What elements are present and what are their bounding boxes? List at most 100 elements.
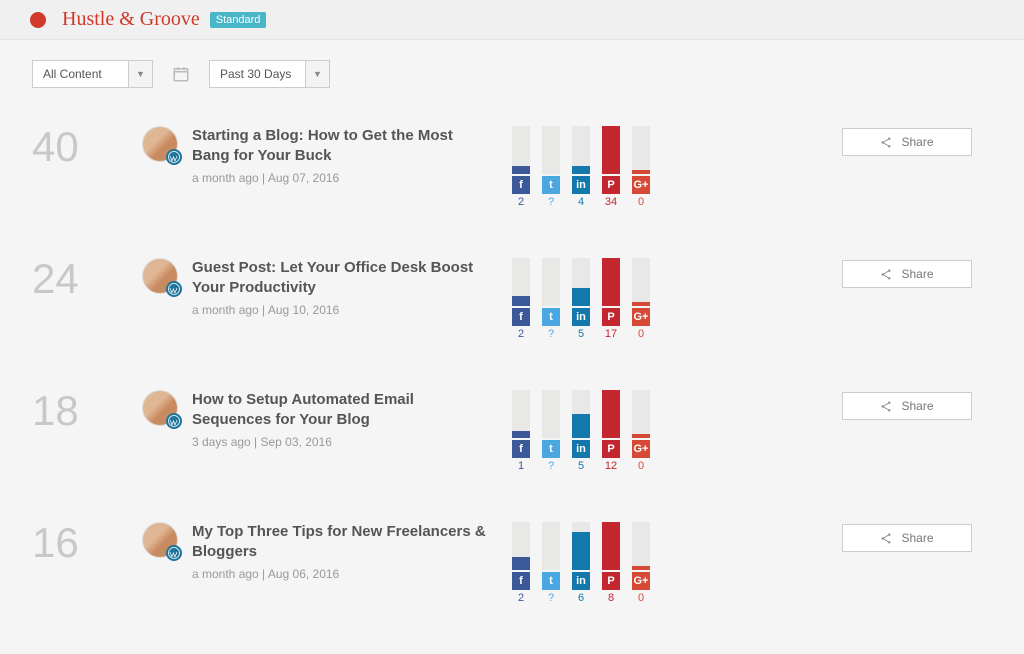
share-icon <box>880 400 893 413</box>
share-count: 1 <box>518 460 524 472</box>
post-timestamp: a month ago | Aug 06, 2016 <box>192 567 512 581</box>
post-meta: My Top Three Tips for New Freelancers & … <box>192 522 512 581</box>
plan-badge: Standard <box>210 12 267 28</box>
share-count: 8 <box>608 592 614 604</box>
post-score: 40 <box>32 126 142 168</box>
content-wrap: All Content ▼ Past 30 Days ▼ 40 Starting… <box>32 40 992 654</box>
date-range-value: Past 30 Days <box>210 67 305 81</box>
share-label: Share <box>901 399 933 413</box>
post-title[interactable]: How to Setup Automated Email Sequences f… <box>192 390 492 429</box>
pinterest-icon[interactable]: P <box>602 308 620 326</box>
twitter-icon[interactable]: t <box>542 440 560 458</box>
share-count: 0 <box>638 196 644 208</box>
share-count: ? <box>548 460 554 472</box>
share-icon <box>880 136 893 149</box>
bar-fill <box>602 390 620 438</box>
share-count: 5 <box>578 460 584 472</box>
wordpress-icon <box>166 281 182 297</box>
share-button[interactable]: Share <box>842 128 972 156</box>
linkedin-icon[interactable]: in <box>572 440 590 458</box>
share-button[interactable]: Share <box>842 392 972 420</box>
share-count: 2 <box>518 592 524 604</box>
google-icon[interactable]: G+ <box>632 572 650 590</box>
bar-fill <box>512 296 530 306</box>
author-avatar[interactable] <box>142 258 178 294</box>
filters-row: All Content ▼ Past 30 Days ▼ <box>32 40 992 106</box>
twitter-icon[interactable]: t <box>542 308 560 326</box>
share-count: 6 <box>578 592 584 604</box>
post-meta: Guest Post: Let Your Office Desk Boost Y… <box>192 258 512 317</box>
share-bar-pinterest: P 34 <box>602 126 620 208</box>
date-range-select[interactable]: Past 30 Days ▼ <box>209 60 330 88</box>
share-count: 0 <box>638 460 644 472</box>
bar-fill <box>632 170 650 174</box>
post-score: 18 <box>32 390 142 432</box>
share-button[interactable]: Share <box>842 260 972 288</box>
share-count: 4 <box>578 196 584 208</box>
twitter-icon[interactable]: t <box>542 572 560 590</box>
google-icon[interactable]: G+ <box>632 440 650 458</box>
site-title: Hustle & Groove <box>62 8 200 31</box>
social-bars: f 2 t ? in 5 P <box>512 258 802 340</box>
calendar-icon[interactable] <box>167 60 195 88</box>
bar-track <box>542 258 560 306</box>
share-column: Share <box>802 126 972 156</box>
share-bar-twitter: t ? <box>542 522 560 604</box>
share-count: 2 <box>518 196 524 208</box>
linkedin-icon[interactable]: in <box>572 176 590 194</box>
share-bar-pinterest: P 8 <box>602 522 620 604</box>
post-row: 16 My Top Three Tips for New Freelancers… <box>32 502 992 634</box>
author-avatar[interactable] <box>142 522 178 558</box>
google-icon[interactable]: G+ <box>632 308 650 326</box>
bar-track <box>632 522 650 570</box>
post-title[interactable]: Starting a Blog: How to Get the Most Ban… <box>192 126 492 165</box>
facebook-icon[interactable]: f <box>512 440 530 458</box>
facebook-icon[interactable]: f <box>512 572 530 590</box>
bar-fill <box>572 288 590 306</box>
share-bar-facebook: f 2 <box>512 258 530 340</box>
bar-track <box>572 258 590 306</box>
bar-track <box>542 522 560 570</box>
pinterest-icon[interactable]: P <box>602 572 620 590</box>
share-column: Share <box>802 258 972 288</box>
post-title[interactable]: Guest Post: Let Your Office Desk Boost Y… <box>192 258 492 297</box>
bar-track <box>572 390 590 438</box>
share-label: Share <box>901 531 933 545</box>
share-bar-linkedin: in 6 <box>572 522 590 604</box>
bar-track <box>602 390 620 438</box>
share-bar-linkedin: in 5 <box>572 258 590 340</box>
bar-fill <box>572 532 590 570</box>
facebook-icon[interactable]: f <box>512 308 530 326</box>
pinterest-icon[interactable]: P <box>602 440 620 458</box>
share-count: 5 <box>578 328 584 340</box>
bar-track <box>602 126 620 174</box>
bar-fill <box>602 126 620 174</box>
share-count: 17 <box>605 328 617 340</box>
author-avatar[interactable] <box>142 390 178 426</box>
twitter-icon[interactable]: t <box>542 176 560 194</box>
facebook-icon[interactable]: f <box>512 176 530 194</box>
bar-track <box>512 126 530 174</box>
share-bar-linkedin: in 5 <box>572 390 590 472</box>
share-icon <box>880 268 893 281</box>
linkedin-icon[interactable]: in <box>572 308 590 326</box>
share-count: ? <box>548 328 554 340</box>
google-icon[interactable]: G+ <box>632 176 650 194</box>
content-filter-select[interactable]: All Content ▼ <box>32 60 153 88</box>
share-icon <box>880 532 893 545</box>
author-avatar[interactable] <box>142 126 178 162</box>
content-filter-value: All Content <box>33 67 128 81</box>
pinterest-icon[interactable]: P <box>602 176 620 194</box>
posts-list: 40 Starting a Blog: How to Get the Most … <box>32 106 992 634</box>
post-score: 16 <box>32 522 142 564</box>
post-timestamp: 3 days ago | Sep 03, 2016 <box>192 435 512 449</box>
post-score: 24 <box>32 258 142 300</box>
share-bar-pinterest: P 17 <box>602 258 620 340</box>
post-title[interactable]: My Top Three Tips for New Freelancers & … <box>192 522 492 561</box>
share-column: Share <box>802 390 972 420</box>
share-count: ? <box>548 196 554 208</box>
linkedin-icon[interactable]: in <box>572 572 590 590</box>
bar-fill <box>512 557 530 570</box>
post-meta: How to Setup Automated Email Sequences f… <box>192 390 512 449</box>
share-bar-pinterest: P 12 <box>602 390 620 472</box>
